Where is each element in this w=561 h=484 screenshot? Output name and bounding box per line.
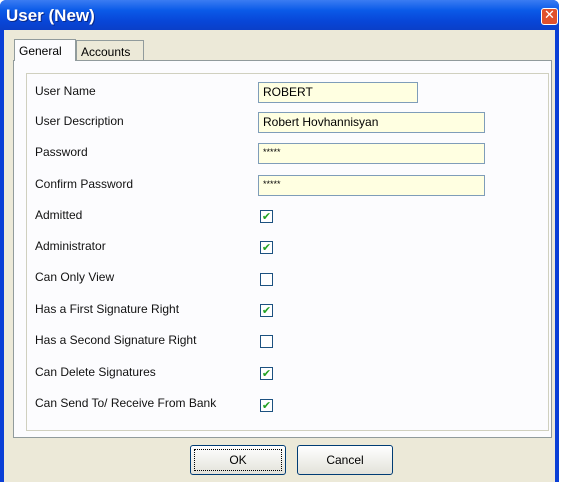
- second-signature-right-label: Has a Second Signature Right: [35, 333, 197, 347]
- password-input[interactable]: *****: [258, 143, 485, 164]
- general-tab-panel: User Name ROBERT User Description Robert…: [13, 60, 552, 438]
- user-dialog-window: User (New) ✕ General Accounts User Name …: [0, 0, 559, 482]
- first-signature-right-checkbox[interactable]: ✔: [260, 304, 273, 317]
- tab-general[interactable]: General: [14, 39, 76, 61]
- focus-rectangle: [194, 449, 282, 471]
- cancel-button-label: Cancel: [326, 453, 364, 467]
- user-description-label: User Description: [35, 114, 124, 128]
- can-delete-signatures-checkbox[interactable]: ✔: [260, 367, 273, 380]
- first-signature-right-label: Has a First Signature Right: [35, 302, 180, 316]
- can-only-view-checkbox[interactable]: [260, 273, 273, 286]
- administrator-label: Administrator: [35, 239, 106, 253]
- confirm-password-input[interactable]: *****: [258, 175, 485, 196]
- administrator-checkbox[interactable]: ✔: [260, 241, 273, 254]
- user-description-input[interactable]: Robert Hovhannisyan: [258, 112, 485, 133]
- checkmark-icon: ✔: [261, 399, 272, 412]
- send-receive-bank-checkbox[interactable]: ✔: [260, 399, 273, 412]
- tab-accounts[interactable]: Accounts: [76, 40, 144, 61]
- user-name-label: User Name: [35, 84, 96, 98]
- can-only-view-label: Can Only View: [35, 270, 115, 284]
- checkmark-icon: ✔: [261, 304, 272, 317]
- close-button[interactable]: ✕: [541, 8, 558, 25]
- checkmark-icon: ✔: [261, 367, 272, 380]
- send-receive-bank-label: Can Send To/ Receive From Bank: [35, 396, 217, 410]
- admitted-checkbox[interactable]: ✔: [260, 210, 273, 223]
- checkmark-icon: ✔: [261, 241, 272, 254]
- cancel-button[interactable]: Cancel: [297, 445, 393, 475]
- can-delete-signatures-label: Can Delete Signatures: [35, 365, 156, 379]
- checkmark-icon: ✔: [261, 210, 272, 223]
- ok-button[interactable]: OK: [190, 445, 286, 475]
- user-name-input[interactable]: ROBERT: [258, 82, 418, 103]
- title-bar[interactable]: User (New) ✕: [0, 0, 559, 30]
- dialog-client-area: General Accounts User Name ROBERT User D…: [4, 30, 555, 482]
- admitted-label: Admitted: [35, 208, 83, 222]
- password-label: Password: [35, 145, 88, 159]
- confirm-password-label: Confirm Password: [35, 177, 134, 191]
- close-icon: ✕: [544, 8, 555, 23]
- second-signature-right-checkbox[interactable]: [260, 335, 273, 348]
- window-title: User (New): [6, 6, 95, 25]
